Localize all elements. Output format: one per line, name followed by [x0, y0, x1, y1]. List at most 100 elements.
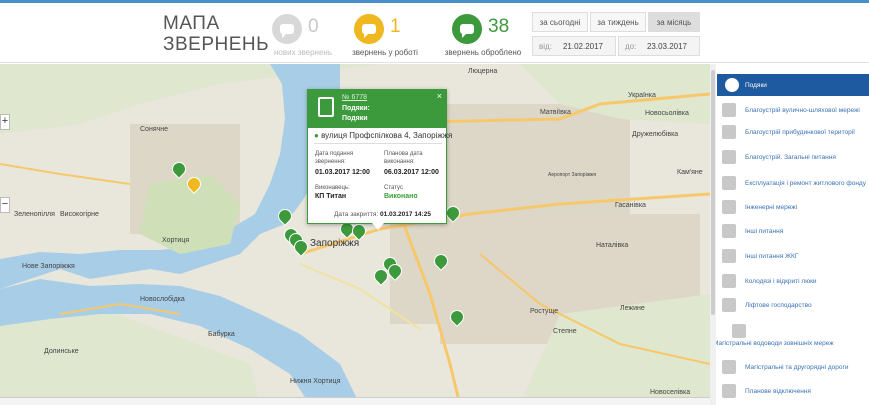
category-label: Благоустрій вулично-шляхової мережі	[745, 107, 860, 114]
map-bottom-bar	[0, 397, 710, 405]
map-marker-in-progress[interactable]	[184, 174, 204, 194]
elevator-icon	[722, 298, 736, 312]
yard-icon	[722, 125, 736, 139]
stat-processed[interactable]: 38 звернень оброблено	[438, 11, 528, 61]
category-label: Планове відключення	[745, 388, 811, 395]
popup-planned-label: Планова дата виконання:	[384, 151, 423, 165]
category-label: Подяки	[745, 82, 767, 89]
category-label: Магістральні водоводи зовнішніх мереж	[713, 340, 834, 347]
popup-status-value: Виконано	[384, 193, 418, 200]
popup-executor-label: Виконавець:	[315, 185, 350, 191]
stat-new-label: нових звернень	[274, 48, 332, 57]
utility-icon	[722, 249, 736, 263]
date-to-field[interactable]: до: 23.03.2017	[618, 36, 700, 56]
category-item-thanks[interactable]: Подяки	[717, 74, 869, 96]
category-label: Колодязі і відкриті люки	[745, 278, 817, 285]
map-label-lyutserna: Люцерна	[468, 68, 498, 75]
category-label: Інші питання	[745, 228, 784, 235]
popup-filed-label: Дата подання звернення:	[315, 151, 354, 165]
document-icon	[318, 97, 334, 117]
map-label-ukrainka: Українка	[628, 92, 656, 99]
map-label-novosilivka: Новоселівка	[650, 389, 691, 396]
stat-in-progress-count: 1	[390, 16, 401, 37]
map-marker[interactable]	[371, 266, 391, 286]
map-label-hasanivka: Гасанівка	[615, 202, 646, 209]
chat-bubble-icon	[272, 14, 302, 44]
map-label-novoslobidka: Новослобідка	[140, 296, 185, 303]
category-label: Ліфтове господарство	[745, 302, 812, 309]
map-label-khortytsia: Хортиця	[162, 237, 190, 244]
popup-status-label: Статус	[384, 185, 403, 191]
map-label-matviivka: Матвіївка	[540, 109, 571, 116]
popup-appeal-number[interactable]: № 6778	[342, 94, 367, 101]
popup-closed-value: 01.03.2017 14:25	[379, 211, 431, 218]
map-label-airport: Аеропорт Запоріжжя	[548, 172, 597, 178]
road-icon	[722, 103, 736, 117]
map-label-stepne: Степне	[553, 328, 577, 335]
stat-in-progress[interactable]: 1 звернень у роботі	[340, 11, 430, 61]
popup-close-button[interactable]: ×	[437, 91, 442, 101]
zoom-out-button[interactable]: −	[0, 197, 10, 213]
category-label: Експлуатація і ремонт житлового фонду	[745, 180, 866, 187]
map-label-natalivka: Наталівка	[596, 242, 629, 249]
stat-new-count: 0	[308, 16, 319, 37]
map-marker[interactable]	[275, 206, 295, 226]
map-marker[interactable]	[443, 203, 463, 223]
map-label-baburka: Бабурка	[208, 331, 235, 338]
stat-processed-label: звернень оброблено	[444, 48, 522, 57]
period-week-button[interactable]: за тиждень	[590, 12, 646, 32]
appeal-popup: № 6778 Подяки: Подяки × ● вулиця Профспі…	[307, 89, 452, 230]
stat-in-progress-label: звернень у роботі	[352, 48, 418, 57]
map[interactable]: Люцерна Матвіївка Українка Новосьолівка …	[0, 64, 710, 405]
category-label: Магістральні та другорядні дороги	[745, 364, 849, 371]
engineering-icon	[722, 200, 736, 214]
popup-category: Подяки: Подяки	[342, 104, 370, 124]
popup-filed-value: 01.03.2017 12:00	[315, 169, 370, 176]
popup-closed-label: Дата закриття:	[334, 211, 379, 218]
period-today-button[interactable]: за сьогодні	[532, 12, 588, 32]
chat-bubble-icon	[452, 14, 482, 44]
map-marker[interactable]	[431, 251, 451, 271]
popup-address-text: вулиця Профспілкова 4, Запоріжжя	[321, 131, 453, 140]
map-label-druzhelyubivka: Дружелюбівка	[632, 131, 679, 138]
page-title: МАПА ЗВЕРНЕНЬ	[163, 13, 269, 55]
map-label-rostushche: Ростуще	[530, 308, 559, 315]
outage-icon	[722, 384, 736, 398]
date-to-value: 23.03.2017	[646, 42, 687, 51]
date-from-field[interactable]: від: 21.02.2017	[532, 36, 616, 56]
date-from-label: від:	[539, 42, 552, 51]
category-label: Благоустрій. Загальні питання	[745, 154, 836, 161]
map-label-zelenopillia: Зеленопілля	[14, 211, 55, 218]
category-label: Інженерні мережі	[745, 204, 798, 211]
category-item-water-main[interactable]: Магістральні водоводи зовнішніх мереж	[713, 324, 869, 350]
period-month-button[interactable]: за місяць	[648, 12, 700, 32]
map-label-dolynske: Долинське	[44, 348, 79, 355]
map-marker[interactable]	[447, 307, 467, 327]
popup-category-line1: Подяки:	[342, 105, 370, 112]
map-marker[interactable]	[349, 221, 369, 241]
water-main-icon	[732, 324, 746, 338]
thanks-icon	[725, 78, 739, 92]
main-road-icon	[722, 360, 736, 374]
date-to-label: до:	[625, 42, 637, 51]
popup-header: № 6778 Подяки: Подяки ×	[308, 90, 446, 128]
popup-category-line2: Подяки	[342, 115, 368, 122]
date-from-value: 21.02.2017	[562, 42, 603, 51]
chat-bubble-icon	[354, 14, 384, 44]
map-label-soniachne: Сонячне	[140, 126, 169, 133]
map-marker[interactable]	[291, 237, 311, 257]
yard-general-icon	[722, 150, 736, 164]
popup-closed-date: Дата закриття: 01.03.2017 14:25	[334, 211, 431, 218]
title-line1: МАПА	[163, 13, 220, 34]
zoom-in-button[interactable]: +	[0, 114, 10, 130]
popup-planned-value: 06.03.2017 12:00	[384, 169, 439, 176]
stat-new[interactable]: 0 нових звернень	[258, 11, 348, 61]
category-label: Благоустрій прибудинкової території	[745, 129, 855, 136]
category-sidebar: Подяки Благоустрій вулично-шляхової мере…	[710, 64, 869, 405]
map-label-novoselivka: Новосьолівка	[645, 110, 689, 117]
category-label: Інші питання ЖКГ	[745, 253, 799, 260]
sidebar-scroll-thumb[interactable]	[711, 70, 715, 315]
header: МАПА ЗВЕРНЕНЬ 0 нових звернень 1 звернен…	[0, 3, 869, 63]
map-marker[interactable]	[385, 261, 405, 281]
map-marker[interactable]	[169, 159, 189, 179]
